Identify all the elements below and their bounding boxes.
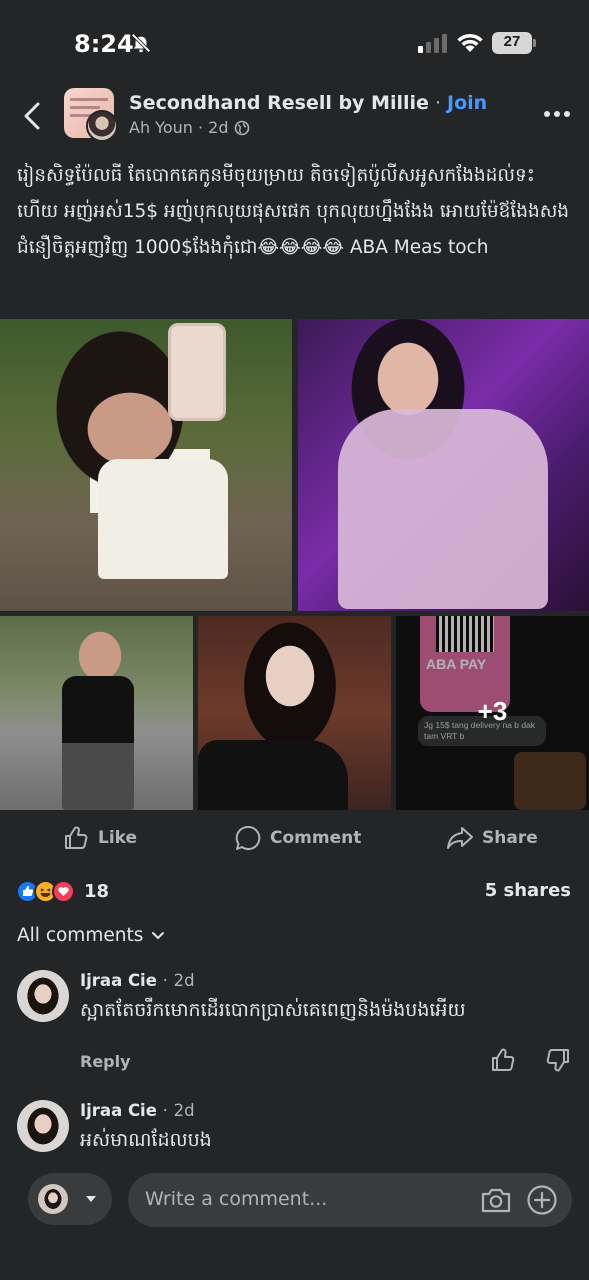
- commenter-name-line: Ijraa Cie · 2d: [80, 1101, 195, 1120]
- post-photo-3[interactable]: [0, 616, 193, 810]
- status-time: 8:24: [74, 30, 134, 58]
- shares-count[interactable]: 5 shares: [485, 880, 571, 901]
- reply-button[interactable]: Reply: [80, 1052, 131, 1071]
- author-name[interactable]: Ah Youn: [129, 118, 193, 137]
- group-title-line: Secondhand Resell by Millie · Join: [129, 92, 487, 114]
- comments-filter-label: All comments: [17, 925, 144, 946]
- thumbs-up-icon: [65, 826, 88, 849]
- comment-input[interactable]: Write a comment...: [145, 1188, 327, 1210]
- commenter-name-line: Ijraa Cie · 2d: [80, 971, 195, 990]
- post-photo-4[interactable]: [198, 616, 391, 810]
- separator-dot: ·: [162, 1101, 168, 1120]
- battery-level: 27: [503, 33, 521, 50]
- battery-indicator: 27: [492, 32, 536, 54]
- comment-time: 2d: [173, 971, 195, 990]
- comment-time: 2d: [173, 1101, 195, 1120]
- commenter-name[interactable]: Ijraa Cie: [80, 1101, 157, 1120]
- comment-bubble-icon: [235, 825, 261, 850]
- status-bar: 8:24 27: [0, 0, 589, 88]
- camera-icon[interactable]: [480, 1185, 512, 1215]
- back-arrow-icon[interactable]: [18, 100, 46, 132]
- comment-label: Comment: [270, 828, 362, 848]
- comment-composer[interactable]: Write a comment...: [128, 1173, 572, 1227]
- reaction-count: 18: [84, 880, 110, 902]
- comment-button[interactable]: Comment: [234, 822, 361, 854]
- share-button[interactable]: Share: [446, 822, 538, 854]
- post-text: រៀនសិទ្ធប៉ែលធី តែបោកគេកូនមីចុយម្រាយ តិចទ…: [17, 165, 570, 258]
- more-photos-count[interactable]: +3: [396, 696, 589, 727]
- globe-icon: [234, 120, 249, 136]
- join-button[interactable]: Join: [447, 92, 487, 114]
- comments-filter[interactable]: All comments: [17, 925, 165, 946]
- caret-down-icon[interactable]: [84, 1192, 98, 1206]
- post-photo-1[interactable]: [0, 319, 292, 611]
- cellular-signal-icon: [418, 34, 447, 53]
- separator-dot: ·: [434, 92, 441, 114]
- post-photo-5[interactable]: ABA PAY Jg 15$ tang delivery na b dak ta…: [396, 616, 589, 810]
- composer-avatar: [38, 1184, 68, 1214]
- commenter-avatar[interactable]: [17, 1100, 69, 1152]
- group-name-link[interactable]: Secondhand Resell by Millie: [129, 92, 429, 114]
- post-time[interactable]: 2d: [208, 118, 228, 137]
- comment-text: ស្អាតតែចរឹកមោកដើរបោកប្រាស់គេពេញនិងម៉ងបងអ…: [80, 999, 466, 1021]
- like-label: Like: [98, 828, 138, 848]
- like-button[interactable]: Like: [62, 822, 137, 854]
- downvote-icon[interactable]: [545, 1047, 571, 1073]
- upvote-icon[interactable]: [490, 1047, 516, 1073]
- reactions-summary[interactable]: 18: [16, 879, 109, 903]
- post-photo-2[interactable]: [298, 319, 589, 611]
- share-label: Share: [482, 828, 538, 848]
- chevron-down-icon: [152, 931, 165, 939]
- commenter-avatar[interactable]: [17, 970, 69, 1022]
- more-options-icon[interactable]: [541, 104, 573, 124]
- share-arrow-icon: [447, 827, 473, 849]
- post-meta: Ah Youn · 2d: [129, 118, 250, 137]
- love-reaction-icon: [52, 879, 75, 903]
- wifi-icon: [457, 33, 483, 52]
- comment-text: អស់មាណដែលបង: [80, 1129, 212, 1151]
- bell-off-icon: [131, 33, 151, 53]
- add-attachment-icon[interactable]: [526, 1184, 558, 1216]
- commenter-name[interactable]: Ijraa Cie: [80, 971, 157, 990]
- separator-dot: ·: [162, 971, 168, 990]
- author-avatar[interactable]: [86, 110, 118, 142]
- separator-dot: ·: [197, 118, 204, 137]
